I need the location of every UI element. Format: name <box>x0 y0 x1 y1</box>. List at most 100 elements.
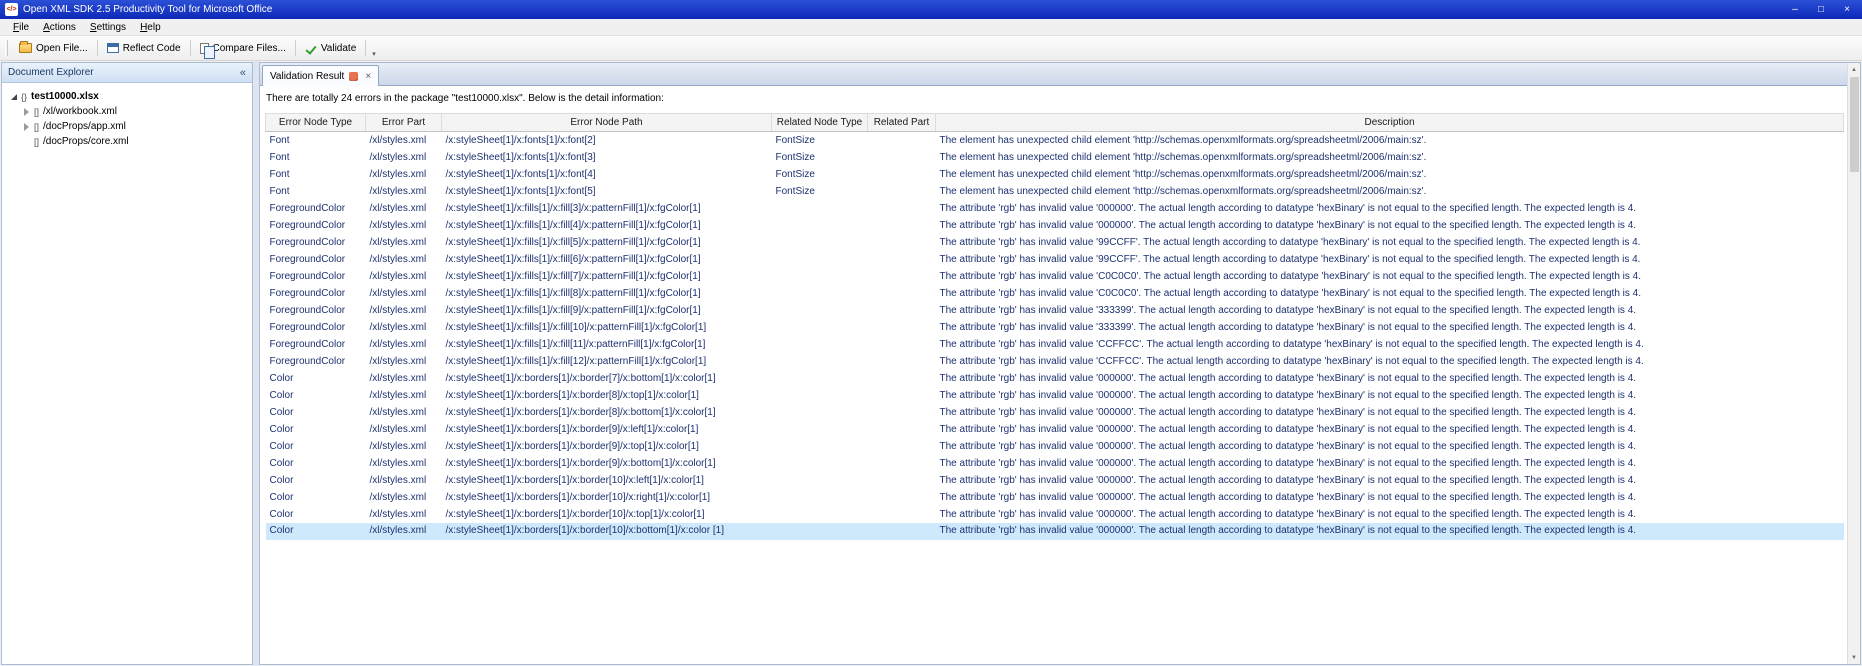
cell-error-node-path[interactable]: /x:styleSheet[1]/x:fills[1]/x:fill[3]/x:… <box>442 200 772 217</box>
cell-error-part[interactable]: /xl/styles.xml <box>366 506 442 523</box>
cell-error-node-type[interactable]: ForegroundColor <box>266 336 366 353</box>
error-row[interactable]: ForegroundColor/xl/styles.xml/x:styleShe… <box>266 268 1844 285</box>
error-row[interactable]: Font/xl/styles.xml/x:styleSheet[1]/x:fon… <box>266 149 1844 166</box>
cell-error-part[interactable]: /xl/styles.xml <box>366 166 442 183</box>
minimize-button[interactable]: – <box>1785 2 1805 17</box>
error-row[interactable]: ForegroundColor/xl/styles.xml/x:styleShe… <box>266 200 1844 217</box>
error-row[interactable]: Font/xl/styles.xml/x:styleSheet[1]/x:fon… <box>266 183 1844 200</box>
cell-related-node-type[interactable] <box>772 251 868 268</box>
error-row[interactable]: ForegroundColor/xl/styles.xml/x:styleShe… <box>266 251 1844 268</box>
scroll-up-icon[interactable]: ▲ <box>1848 63 1861 76</box>
cell-error-node-path[interactable]: /x:styleSheet[1]/x:borders[1]/x:border[8… <box>442 404 772 421</box>
error-row[interactable]: ForegroundColor/xl/styles.xml/x:styleShe… <box>266 217 1844 234</box>
cell-related-part[interactable] <box>868 251 936 268</box>
error-row[interactable]: Font/xl/styles.xml/x:styleSheet[1]/x:fon… <box>266 166 1844 183</box>
cell-error-node-type[interactable]: ForegroundColor <box>266 217 366 234</box>
cell-error-node-type[interactable]: Color <box>265 523 366 540</box>
cell-related-node-type[interactable] <box>772 489 868 506</box>
cell-related-part[interactable] <box>868 353 936 370</box>
menu-help[interactable]: Help <box>133 21 168 34</box>
error-row[interactable]: Color/xl/styles.xml/x:styleSheet[1]/x:bo… <box>266 387 1844 404</box>
error-row[interactable]: Font/xl/styles.xml/x:styleSheet[1]/x:fon… <box>266 132 1844 150</box>
error-row[interactable]: ForegroundColor/xl/styles.xml/x:styleShe… <box>266 302 1844 319</box>
cell-description[interactable]: The element has unexpected child element… <box>936 149 1844 166</box>
column-header-description[interactable]: Description <box>935 113 1844 132</box>
cell-description[interactable]: The attribute 'rgb' has invalid value 'C… <box>936 336 1844 353</box>
cell-description[interactable]: The attribute 'rgb' has invalid value '0… <box>935 523 1844 540</box>
cell-error-node-type[interactable]: Color <box>266 370 366 387</box>
menu-file[interactable]: File <box>6 21 36 34</box>
cell-error-part[interactable]: /xl/styles.xml <box>365 523 442 540</box>
cell-error-node-type[interactable]: ForegroundColor <box>266 285 366 302</box>
cell-related-node-type[interactable]: FontSize <box>772 132 868 150</box>
cell-error-part[interactable]: /xl/styles.xml <box>366 200 442 217</box>
error-row[interactable]: ForegroundColor/xl/styles.xml/x:styleShe… <box>266 336 1844 353</box>
cell-description[interactable]: The attribute 'rgb' has invalid value '9… <box>936 234 1844 251</box>
cell-related-node-type[interactable] <box>772 302 868 319</box>
cell-error-node-path[interactable]: /x:styleSheet[1]/x:fills[1]/x:fill[8]/x:… <box>442 285 772 302</box>
cell-error-node-path[interactable]: /x:styleSheet[1]/x:fills[1]/x:fill[11]/x… <box>442 336 772 353</box>
open-file-button[interactable]: Open File... <box>12 40 95 57</box>
error-row[interactable]: Color/xl/styles.xml/x:styleSheet[1]/x:bo… <box>266 438 1844 455</box>
cell-related-part[interactable] <box>868 268 936 285</box>
tree-item-test10000-xlsx[interactable]: {} test10000.xlsx <box>2 89 252 104</box>
cell-description[interactable]: The attribute 'rgb' has invalid value '0… <box>936 387 1844 404</box>
cell-error-node-type[interactable]: ForegroundColor <box>266 251 366 268</box>
vertical-scrollbar[interactable]: ▲ ▼ <box>1847 63 1860 664</box>
tree-expander-icon[interactable] <box>8 91 19 102</box>
cell-error-node-path[interactable]: /x:styleSheet[1]/x:borders[1]/x:border[8… <box>442 387 772 404</box>
cell-error-node-path[interactable]: /x:styleSheet[1]/x:fills[1]/x:fill[5]/x:… <box>442 234 772 251</box>
cell-error-part[interactable]: /xl/styles.xml <box>366 438 442 455</box>
cell-error-node-path[interactable]: /x:styleSheet[1]/x:borders[1]/x:border[9… <box>442 421 772 438</box>
cell-related-part[interactable] <box>868 302 936 319</box>
cell-related-part[interactable] <box>868 455 936 472</box>
cell-error-node-path[interactable]: /x:styleSheet[1]/x:borders[1]/x:border[1… <box>442 472 772 489</box>
error-row[interactable]: Color/xl/styles.xml/x:styleSheet[1]/x:bo… <box>266 489 1844 506</box>
error-row[interactable]: Color/xl/styles.xml/x:styleSheet[1]/x:bo… <box>266 370 1844 387</box>
cell-related-node-type[interactable] <box>772 336 868 353</box>
cell-error-node-path[interactable]: /x:styleSheet[1]/x:borders[1]/x:border[1… <box>442 489 772 506</box>
cell-related-part[interactable] <box>868 387 936 404</box>
cell-description[interactable]: The attribute 'rgb' has invalid value '0… <box>936 370 1844 387</box>
cell-description[interactable]: The attribute 'rgb' has invalid value '0… <box>936 200 1844 217</box>
tree-item-xl-workbook-xml[interactable]: []/xl/workbook.xml <box>2 104 252 119</box>
column-header-error-part[interactable]: Error Part <box>365 113 442 132</box>
error-row[interactable]: ForegroundColor/xl/styles.xml/x:styleShe… <box>266 353 1844 370</box>
cell-related-node-type[interactable] <box>772 421 868 438</box>
cell-related-node-type[interactable] <box>772 319 868 336</box>
cell-related-part[interactable] <box>868 183 936 200</box>
error-row[interactable]: ForegroundColor/xl/styles.xml/x:styleShe… <box>266 234 1844 251</box>
error-row[interactable]: Color/xl/styles.xml/x:styleSheet[1]/x:bo… <box>266 404 1844 421</box>
cell-error-node-path[interactable]: /x:styleSheet[1]/x:fills[1]/x:fill[9]/x:… <box>442 302 772 319</box>
column-header-error-node-type[interactable]: Error Node Type <box>265 113 366 132</box>
cell-error-node-path[interactable]: /x:styleSheet[1]/x:fills[1]/x:fill[10]/x… <box>442 319 772 336</box>
cell-related-part[interactable] <box>868 421 936 438</box>
cell-error-part[interactable]: /xl/styles.xml <box>366 472 442 489</box>
cell-error-node-type[interactable]: Color <box>266 489 366 506</box>
cell-related-part[interactable] <box>868 217 936 234</box>
column-header-related-node-type[interactable]: Related Node Type <box>771 113 868 132</box>
cell-description[interactable]: The attribute 'rgb' has invalid value '0… <box>936 489 1844 506</box>
cell-description[interactable]: The attribute 'rgb' has invalid value '0… <box>936 472 1844 489</box>
cell-error-part[interactable]: /xl/styles.xml <box>366 268 442 285</box>
cell-description[interactable]: The attribute 'rgb' has invalid value '0… <box>936 506 1844 523</box>
cell-related-part[interactable] <box>868 472 936 489</box>
validate-button[interactable]: Validate <box>298 40 363 57</box>
cell-related-part[interactable] <box>868 336 936 353</box>
error-row[interactable]: Color/xl/styles.xml/x:styleSheet[1]/x:bo… <box>266 506 1844 523</box>
cell-error-part[interactable]: /xl/styles.xml <box>366 132 442 150</box>
cell-related-node-type[interactable]: FontSize <box>772 166 868 183</box>
cell-related-node-type[interactable] <box>772 217 868 234</box>
cell-description[interactable]: The attribute 'rgb' has invalid value 'C… <box>936 268 1844 285</box>
cell-related-node-type[interactable] <box>772 472 868 489</box>
cell-related-node-type[interactable] <box>772 404 868 421</box>
cell-related-part[interactable] <box>868 438 936 455</box>
cell-related-node-type[interactable] <box>772 285 868 302</box>
tree-item-docprops-app-xml[interactable]: []/docProps/app.xml <box>2 119 252 134</box>
cell-error-part[interactable]: /xl/styles.xml <box>366 251 442 268</box>
cell-description[interactable]: The attribute 'rgb' has invalid value '0… <box>936 438 1844 455</box>
cell-error-node-path[interactable]: /x:styleSheet[1]/x:fills[1]/x:fill[6]/x:… <box>442 251 772 268</box>
error-row[interactable]: ForegroundColor/xl/styles.xml/x:styleShe… <box>266 285 1844 302</box>
column-header-error-node-path[interactable]: Error Node Path <box>441 113 772 132</box>
cell-error-part[interactable]: /xl/styles.xml <box>366 404 442 421</box>
